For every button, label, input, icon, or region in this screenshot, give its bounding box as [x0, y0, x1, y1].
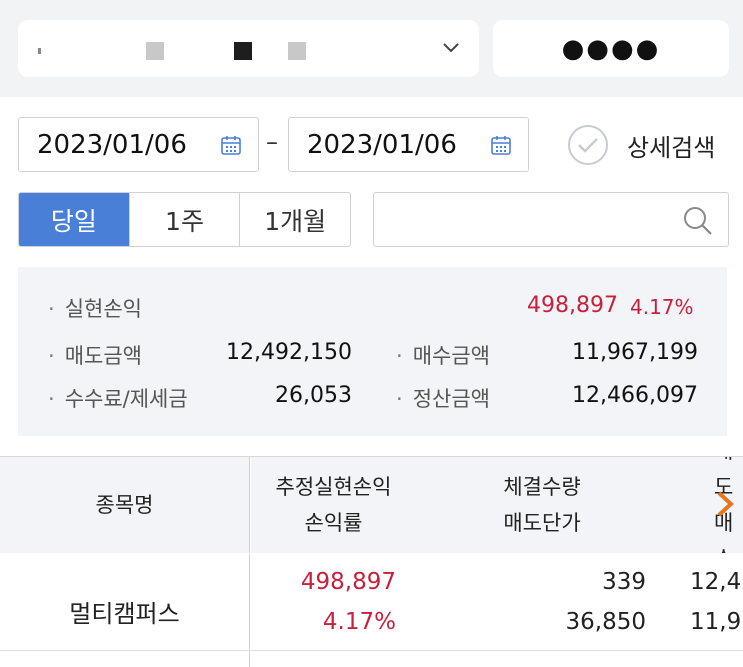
password-field[interactable]: ●●●●	[493, 20, 729, 77]
tab-1-week[interactable]: 1주	[128, 193, 240, 246]
scroll-right-icon[interactable]	[714, 489, 738, 519]
realized-pnl-label: · 실현손익	[48, 297, 142, 321]
settlement-amount-value: 12,466,097	[572, 383, 698, 408]
settlement-amount-label: · 정산금액	[396, 387, 490, 411]
end-date-value: 2023/01/06	[307, 130, 457, 160]
divider	[0, 650, 743, 651]
date-range-separator: –	[266, 128, 278, 156]
row-sell-amount-value: 12,4	[690, 569, 742, 595]
row-pnl-value: 498,897	[300, 569, 396, 595]
header-qty: 체결수량 매도단가	[416, 457, 668, 553]
header-rate-label: 손익률	[304, 511, 363, 535]
summary-panel: · 실현손익 498,897 4.17% · 매도금액 12,492,150 · 매수…	[18, 267, 727, 436]
masked-account-mark	[38, 48, 41, 54]
start-date-input[interactable]: 2023/01/06	[18, 117, 259, 172]
calendar-icon[interactable]	[490, 134, 512, 156]
stock-name[interactable]: 멀티캠퍼스	[69, 594, 179, 629]
end-date-input[interactable]: 2023/01/06	[288, 117, 529, 172]
row-sell-price-value: 36,850	[565, 609, 646, 635]
header-pnl: 추정실현손익 손익률	[251, 457, 416, 553]
header-sell-price-label: 매도단가	[503, 511, 581, 535]
header-stock-name: 종목명	[0, 457, 250, 553]
realized-pnl-rate: 4.17%	[630, 295, 694, 319]
search-icon[interactable]	[682, 205, 714, 237]
calendar-icon[interactable]	[220, 134, 242, 156]
chevron-down-icon[interactable]	[442, 38, 460, 56]
masked-account-mark	[146, 42, 164, 60]
header-qty-label: 체결수량	[503, 475, 581, 499]
masked-account-mark	[288, 42, 306, 60]
fees-taxes-value: 26,053	[275, 383, 352, 408]
top-bar: ●●●●	[0, 0, 743, 97]
stock-search-input[interactable]	[384, 201, 674, 239]
realized-pnl-value: 498,897	[527, 293, 618, 318]
start-date-value: 2023/01/06	[37, 130, 187, 160]
tab-today[interactable]: 당일	[19, 193, 129, 246]
tab-1-month[interactable]: 1개월	[239, 193, 350, 246]
password-masked: ●●●●	[561, 33, 661, 64]
row-qty-value: 339	[602, 569, 646, 595]
header-stock-name-label: 종목명	[95, 493, 154, 517]
fees-taxes-label: · 수수료/제세금	[48, 387, 188, 411]
row-buy-amount-value: 11,9	[690, 609, 742, 635]
buy-amount-value: 11,967,199	[572, 340, 698, 365]
row-rate-value: 4.17%	[322, 609, 396, 635]
period-tabs: 당일 1주 1개월	[18, 192, 351, 247]
masked-account-mark	[234, 42, 252, 60]
buy-amount-label: · 매수금액	[396, 344, 490, 368]
detail-search-label[interactable]: 상세검색	[627, 128, 715, 163]
header-pnl-label: 추정실현손익	[275, 475, 392, 499]
account-select[interactable]	[18, 20, 479, 77]
sell-amount-value: 12,492,150	[226, 340, 352, 365]
check-circle-icon[interactable]	[567, 124, 609, 166]
sell-amount-label: · 매도금액	[48, 344, 142, 368]
trade-table: 종목명 추정실현손익 손익률 체결수량 매도단가 매도 매수 멀티캠퍼스 498…	[0, 456, 743, 667]
stock-search-box[interactable]	[373, 192, 729, 247]
